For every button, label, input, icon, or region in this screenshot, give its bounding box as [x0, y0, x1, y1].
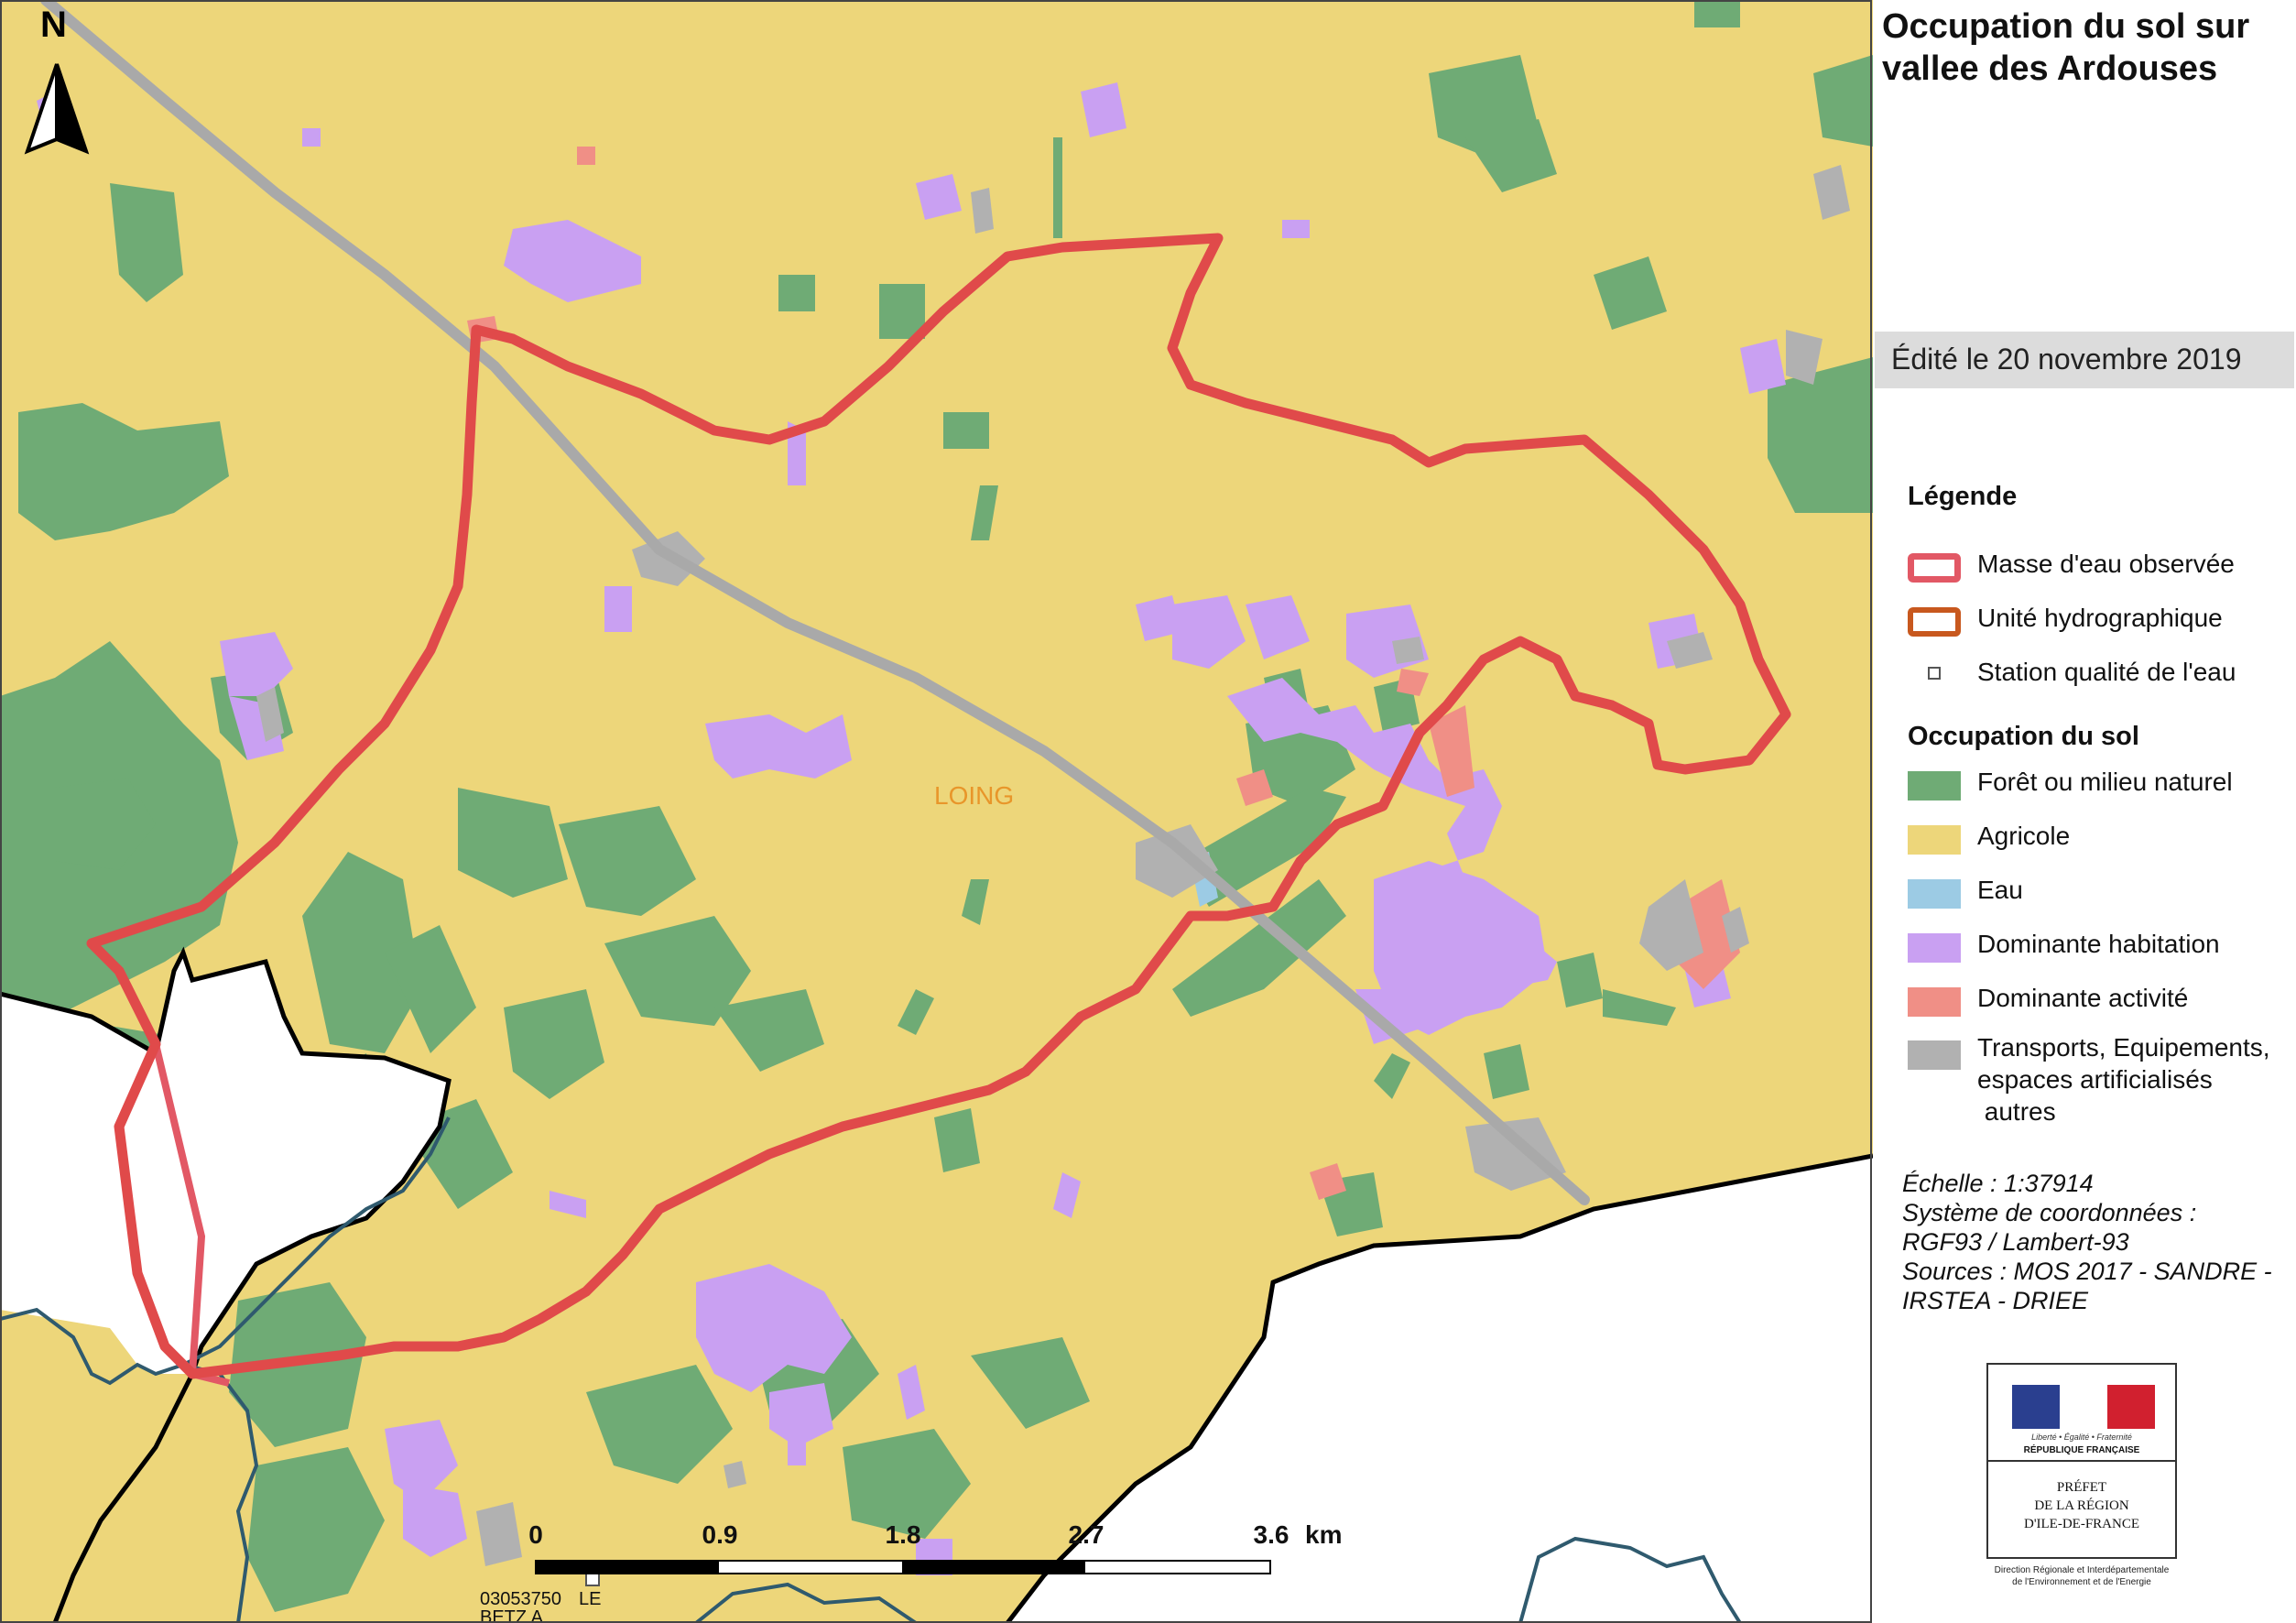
legend-label: Unité hydrographique: [1977, 604, 2223, 632]
prefet-line3: D'ILE-DE-FRANCE: [2023, 1517, 2140, 1531]
scale-segment-1: [536, 1561, 719, 1574]
map-svg: LOING 03053750 LE BETZ A N 0 0.9 1.8 2.7…: [0, 0, 1873, 1623]
legend-title: Légende: [1908, 482, 2018, 511]
map-metadata: Échelle : 1:37914 Système de coordonnées…: [1902, 1169, 2287, 1315]
crs-line1: Système de coordonnées :: [1902, 1199, 2197, 1226]
legend-label: Forêt ou milieu naturel: [1977, 768, 2233, 796]
foret-swatch-icon: [1908, 771, 1961, 801]
station-name-line2: BETZ A: [480, 1607, 544, 1623]
prefecture-logo: Liberté • Égalité • Fraternité RÉPUBLIQU…: [1986, 1363, 2177, 1559]
legend-label: Dominante activité: [1977, 984, 2189, 1012]
river-label-loing: LOING: [934, 781, 1014, 810]
legend-label: Dominante habitation: [1977, 930, 2220, 958]
legend-label: Masse d'eau observée: [1977, 550, 2235, 578]
station-square-icon: [1928, 667, 1941, 680]
legend-label-multiline: Transports, Equipements, espaces artific…: [1977, 1031, 2270, 1127]
logo-prefet: PRÉFET DE LA RÉGION D'ILE-DE-FRANCE: [1988, 1478, 2175, 1533]
edition-bar: Édité le 20 novembre 2019: [1875, 332, 2294, 388]
legend-label-line: Transports, Equipements,: [1977, 1033, 2270, 1062]
scale-tick-label: 1.8: [886, 1520, 921, 1549]
direction-line2: de l'Environnement et de l'Energie: [2012, 1577, 2151, 1587]
station-code: 03053750: [480, 1589, 561, 1609]
crs-line2: RGF93 / Lambert-93: [1902, 1228, 2129, 1256]
logo-direction: Direction Régionale et Interdépartementa…: [1975, 1564, 2188, 1588]
habitation-swatch-icon: [1908, 933, 1961, 963]
sources-line2: IRSTEA - DRIEE: [1902, 1287, 2089, 1314]
scale-tick-label: 2.7: [1069, 1520, 1104, 1549]
logo-divider: [1988, 1460, 2175, 1462]
agricole-swatch-icon: [1908, 825, 1961, 855]
station-marker[interactable]: [585, 1572, 600, 1586]
scale-tick-label: 3.6: [1254, 1520, 1289, 1549]
legend-label-line: autres: [1977, 1097, 2056, 1126]
station-name-line1: LE: [579, 1589, 601, 1609]
map-title: Occupation du sol sur vallee des Ardouse…: [1882, 5, 2285, 90]
prefet-line2: DE LA RÉGION: [2034, 1498, 2129, 1513]
legend-label: Eau: [1977, 876, 2023, 904]
french-flag-icon: [2012, 1385, 2155, 1429]
scale-segment-3: [902, 1561, 1085, 1574]
transport-swatch-icon: [1908, 1040, 1961, 1070]
legend-label: Station qualité de l'eau: [1977, 658, 2236, 686]
scale-label: Échelle : 1:37914: [1902, 1170, 2094, 1197]
scale-tick-label: 0: [528, 1520, 543, 1549]
map-title-line1: Occupation du sol sur: [1882, 7, 2250, 46]
logo-republique: RÉPUBLIQUE FRANÇAISE: [2023, 1445, 2140, 1455]
masse-eau-swatch-icon: [1908, 553, 1961, 583]
edition-date: Édité le 20 novembre 2019: [1891, 343, 2242, 376]
map-title-line2: vallee des Ardouses: [1882, 49, 2218, 88]
scale-tick-label: 0.9: [702, 1520, 738, 1549]
side-panel: Occupation du sol sur vallee des Ardouse…: [1873, 0, 2296, 1623]
scale-unit: km: [1305, 1520, 1342, 1549]
map-canvas[interactable]: LOING 03053750 LE BETZ A N 0 0.9 1.8 2.7…: [0, 0, 1873, 1623]
north-label: N: [40, 5, 67, 45]
legend-label: Agricole: [1977, 822, 2071, 850]
logo-motto: Liberté • Égalité • Fraternité: [2031, 1432, 2132, 1442]
sources-line1: Sources : MOS 2017 - SANDRE -: [1902, 1258, 2272, 1285]
landuse-title: Occupation du sol: [1908, 722, 2139, 751]
eau-swatch-icon: [1908, 879, 1961, 909]
direction-line1: Direction Régionale et Interdépartementa…: [1994, 1565, 2170, 1575]
activite-swatch-icon: [1908, 987, 1961, 1017]
legend-label-line: espaces artificialisés: [1977, 1065, 2213, 1094]
prefet-line1: PRÉFET: [2056, 1480, 2107, 1495]
unite-hydro-swatch-icon: [1908, 607, 1961, 637]
